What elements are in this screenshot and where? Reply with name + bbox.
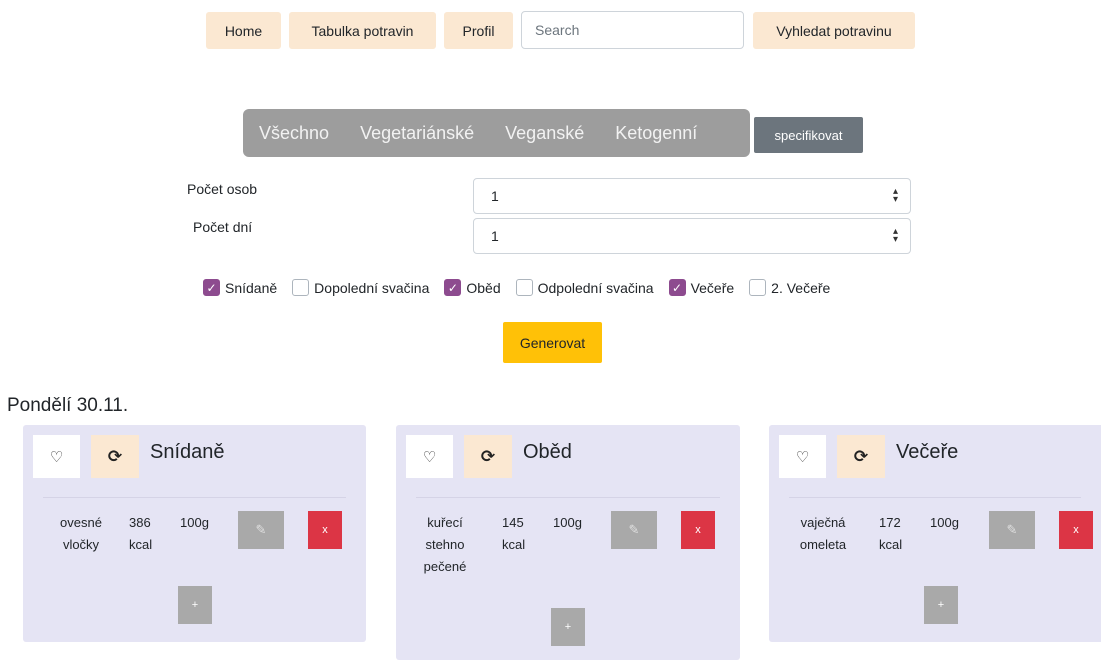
days-select-value: 1: [491, 228, 499, 244]
favorite-button[interactable]: ♡: [406, 435, 453, 478]
divider: [416, 497, 720, 498]
edit-icon: ✎: [255, 522, 267, 537]
food-grams: 100g: [930, 515, 959, 530]
refresh-icon: ⟳: [107, 446, 123, 466]
meal-option-second-dinner[interactable]: 2. Večeře: [749, 279, 830, 296]
meal-option-label: Snídaně: [225, 279, 278, 296]
diet-tab-vegan[interactable]: Veganské: [505, 123, 584, 144]
delete-button[interactable]: x: [308, 511, 342, 549]
divider: [43, 497, 346, 498]
checkbox[interactable]: [749, 279, 767, 296]
diet-filter-group: Všechno Vegetariánské Veganské Ketogenní: [243, 109, 750, 157]
edit-button[interactable]: ✎: [989, 511, 1035, 549]
meal-option-morning-snack[interactable]: Dopolední svačina: [292, 279, 429, 296]
checkbox-checked[interactable]: ✓: [668, 279, 686, 296]
add-food-button[interactable]: +: [178, 586, 212, 624]
food-name: vaječná omeleta: [799, 515, 847, 552]
meal-option-label: Dopolední svačina: [314, 279, 430, 296]
diet-tab-vegetarian[interactable]: Vegetariánské: [360, 123, 474, 144]
persons-select[interactable]: 1 ▴ ▾: [473, 178, 911, 214]
food-grams: 100g: [180, 515, 209, 530]
sort-arrows-icon: ▴ ▾: [892, 226, 898, 245]
sort-arrows-icon: ▴ ▾: [892, 186, 898, 205]
add-food-button[interactable]: +: [551, 608, 585, 646]
refresh-icon: ⟳: [480, 446, 496, 466]
swap-meal-button[interactable]: ⟳: [464, 435, 512, 478]
edit-button[interactable]: ✎: [611, 511, 657, 549]
delete-button[interactable]: x: [1059, 511, 1093, 549]
specify-button[interactable]: specifikovat: [754, 117, 863, 153]
meal-option-dinner[interactable]: ✓ Večeře: [668, 279, 735, 296]
persons-select-value: 1: [491, 188, 499, 204]
days-select[interactable]: 1 ▴ ▾: [473, 218, 911, 254]
meal-card-title: Snídaně: [150, 441, 225, 463]
heart-outline-icon: ♡: [49, 448, 64, 466]
delete-button[interactable]: x: [681, 511, 715, 549]
heart-outline-icon: ♡: [422, 448, 437, 466]
heart-outline-icon: ♡: [795, 448, 810, 466]
meal-option-breakfast[interactable]: ✓ Snídaně: [203, 279, 277, 296]
diet-tab-all[interactable]: Všechno: [259, 123, 329, 144]
meal-options: ✓ Snídaně Dopolední svačina ✓ Oběd Odpol…: [203, 279, 830, 296]
food-kcal: 145 kcal: [502, 515, 526, 552]
divider: [789, 497, 1081, 498]
nav-home-button[interactable]: Home: [206, 12, 281, 49]
meal-card-dinner: ♡ ⟳ Večeře vaječná omeleta 172 kcal 100g ✎…: [769, 425, 1101, 642]
checkbox-checked[interactable]: ✓: [203, 279, 220, 296]
meal-option-label: Oběd: [466, 279, 501, 296]
food-kcal: 172 kcal: [879, 515, 903, 552]
meal-option-label: Odpolední svačina: [537, 279, 654, 296]
meal-card-title: Oběd: [523, 441, 572, 463]
edit-icon: ✎: [1006, 522, 1018, 537]
checkbox[interactable]: [515, 279, 533, 296]
persons-label: Počet osob: [187, 181, 258, 197]
food-grams: 100g: [553, 515, 582, 530]
meal-option-lunch[interactable]: ✓ Oběd: [444, 279, 501, 296]
food-name: kuřecí stehno pečené: [423, 515, 467, 574]
swap-meal-button[interactable]: ⟳: [91, 435, 139, 478]
meal-card-lunch: ♡ ⟳ Oběd kuřecí stehno pečené 145 kcal 100g…: [396, 425, 740, 660]
food-kcal: 386 kcal: [129, 515, 153, 552]
days-label: Počet dní: [193, 219, 253, 235]
day-heading: Pondělí 30.11.: [7, 395, 129, 416]
refresh-icon: ⟳: [853, 446, 869, 466]
favorite-button[interactable]: ♡: [779, 435, 826, 478]
meal-card-title: Večeře: [896, 441, 959, 463]
search-input[interactable]: [521, 11, 744, 49]
checkbox-checked[interactable]: ✓: [444, 279, 462, 296]
search-food-button[interactable]: Vyhledat potravinu: [753, 12, 915, 49]
nav-food-table-button[interactable]: Tabulka potravin: [289, 12, 436, 49]
diet-tab-keto[interactable]: Ketogenní: [615, 123, 697, 144]
meal-option-afternoon-snack[interactable]: Odpolední svačina: [515, 279, 654, 296]
edit-icon: ✎: [628, 522, 640, 537]
edit-button[interactable]: ✎: [238, 511, 284, 549]
nav-profile-button[interactable]: Profil: [444, 12, 513, 49]
swap-meal-button[interactable]: ⟳: [837, 435, 885, 478]
food-name: ovesné vločky: [60, 515, 102, 552]
add-food-button[interactable]: +: [924, 586, 958, 624]
favorite-button[interactable]: ♡: [33, 435, 80, 478]
meal-option-label: Večeře: [690, 279, 735, 296]
checkbox[interactable]: [292, 279, 310, 296]
meal-option-label: 2. Večeře: [771, 279, 831, 296]
generate-button[interactable]: Generovat: [503, 322, 602, 363]
meal-card-breakfast: ♡ ⟳ Snídaně ovesné vločky 386 kcal 100g ✎ …: [23, 425, 366, 642]
